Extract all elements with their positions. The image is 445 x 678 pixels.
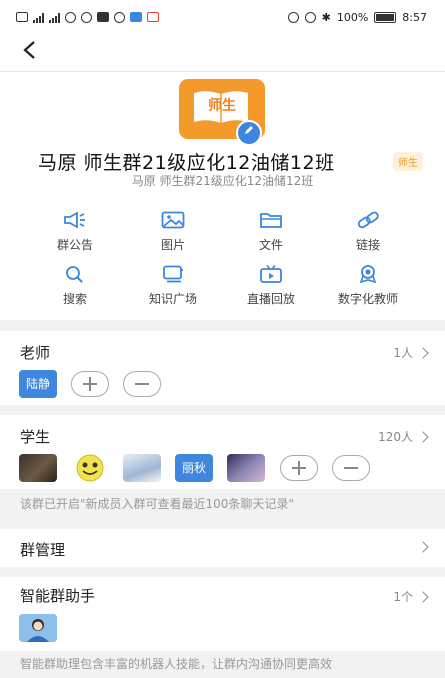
cellular-signal-icon [33,12,44,23]
group-manage-row[interactable]: 群管理 [0,529,445,567]
func-label: 链接 [355,238,380,252]
func-label: 文件 [258,238,283,252]
assistant-description: 智能群助理包含丰富的机器人技能，让群内沟通协同更高效 [0,651,445,678]
chevron-right-icon [417,430,429,443]
assistant-count-link[interactable]: 1个 [393,588,429,605]
func-images[interactable]: 图片 [123,210,223,253]
student-avatar[interactable] [19,454,57,482]
assistant-avatar-image [19,614,57,642]
group-name: 马原 师生群21级应化12油储12班 [38,152,335,174]
add-student-button[interactable] [280,455,318,481]
student-avatar[interactable] [71,454,109,482]
group-manage-link [417,541,429,553]
megaphone-icon [62,210,88,230]
status-bar: ✱ 100% 8:57 [0,0,445,34]
battery-icon [374,11,397,23]
link-icon [355,210,381,230]
image-icon [160,210,186,230]
func-label: 直播回放 [246,292,295,306]
hd-icon [16,12,28,22]
clock: 8:57 [402,10,427,24]
assistant-avatar[interactable] [19,614,57,642]
minus-icon [135,383,149,385]
func-label: 群公告 [56,238,93,252]
func-label: 图片 [160,238,185,252]
alarm-icon [304,11,316,23]
func-label: 搜索 [62,292,87,306]
students-title: 学生 [20,428,51,446]
student-avatar[interactable]: 丽秋 [175,454,213,482]
smiley-avatar-image [76,454,104,482]
badge-icon [355,264,381,284]
chevron-left-icon [23,41,35,59]
student-avatar[interactable] [123,454,161,482]
chevron-right-icon [417,590,429,603]
func-label: 知识广场 [148,292,197,306]
status-bar-left [16,11,159,23]
edit-avatar-button[interactable] [236,120,262,146]
chevron-right-icon [417,541,429,553]
back-button[interactable] [22,40,36,64]
eye-icon [287,11,299,23]
assistant-title: 智能群助手 [20,587,96,605]
folder-icon [258,210,284,230]
plus-icon-vertical [298,461,300,475]
wifi-icon [65,11,76,23]
teachers-count-link[interactable]: 1人 [393,344,429,361]
func-digital-teacher[interactable]: 数字化教师 [318,264,418,307]
plus-icon-vertical [89,377,91,391]
teachers-count: 1人 [393,346,413,360]
battery-text: 100% [336,10,369,24]
group-manage-title: 群管理 [20,541,66,559]
search-icon [62,264,88,284]
heart-icon [81,11,92,23]
status-bar-right: ✱ 100% 8:57 [287,10,427,24]
func-links[interactable]: 链接 [318,210,418,253]
group-header: 师生 马原 师生群21级应化12油储12班 师生 马原 师生群21级应化12油储… [0,72,445,320]
add-teacher-button[interactable] [71,371,109,397]
func-live-replay[interactable]: 直播回放 [221,264,321,307]
app-notification-icon [114,11,125,23]
func-knowledge[interactable]: 知识广场 [123,264,223,307]
students-count: 120人 [378,430,413,444]
assistant-count: 1个 [393,590,413,604]
logo-text: 师生 [208,98,236,114]
pencil-icon [245,126,253,134]
func-files[interactable]: 文件 [221,210,321,253]
teachers-title: 老师 [20,344,51,362]
minus-icon [344,467,358,469]
knowledge-icon [160,264,186,284]
teachers-section[interactable]: 老师 1人 陆静 [0,331,445,405]
students-count-link[interactable]: 120人 [378,428,429,445]
chevron-right-icon [417,346,429,359]
func-search[interactable]: 搜索 [25,264,125,307]
assistant-section[interactable]: 智能群助手 1个 [0,577,445,651]
group-subtitle: 马原 师生群21级应化12油储12班 [131,174,314,188]
mail-icon [147,12,159,22]
history-notice: 该群已开启"新成员入群可查看最近100条聊天记录" [0,489,445,519]
teacher-avatar[interactable]: 陆静 [19,370,57,398]
cloud-icon [130,12,142,22]
func-announcement[interactable]: 群公告 [25,210,125,253]
nav-bar [0,34,445,72]
students-section[interactable]: 学生 120人 丽秋 [0,415,445,489]
remove-student-button[interactable] [332,455,370,481]
func-label: 数字化教师 [337,292,398,306]
student-avatar[interactable] [227,454,265,482]
remove-teacher-button[interactable] [123,371,161,397]
tv-icon [258,264,284,284]
bluetooth-icon: ✱ [321,10,331,24]
cellular-signal-icon-2 [49,12,60,23]
group-type-tag: 师生 [393,152,423,171]
notification-icon [97,12,109,22]
